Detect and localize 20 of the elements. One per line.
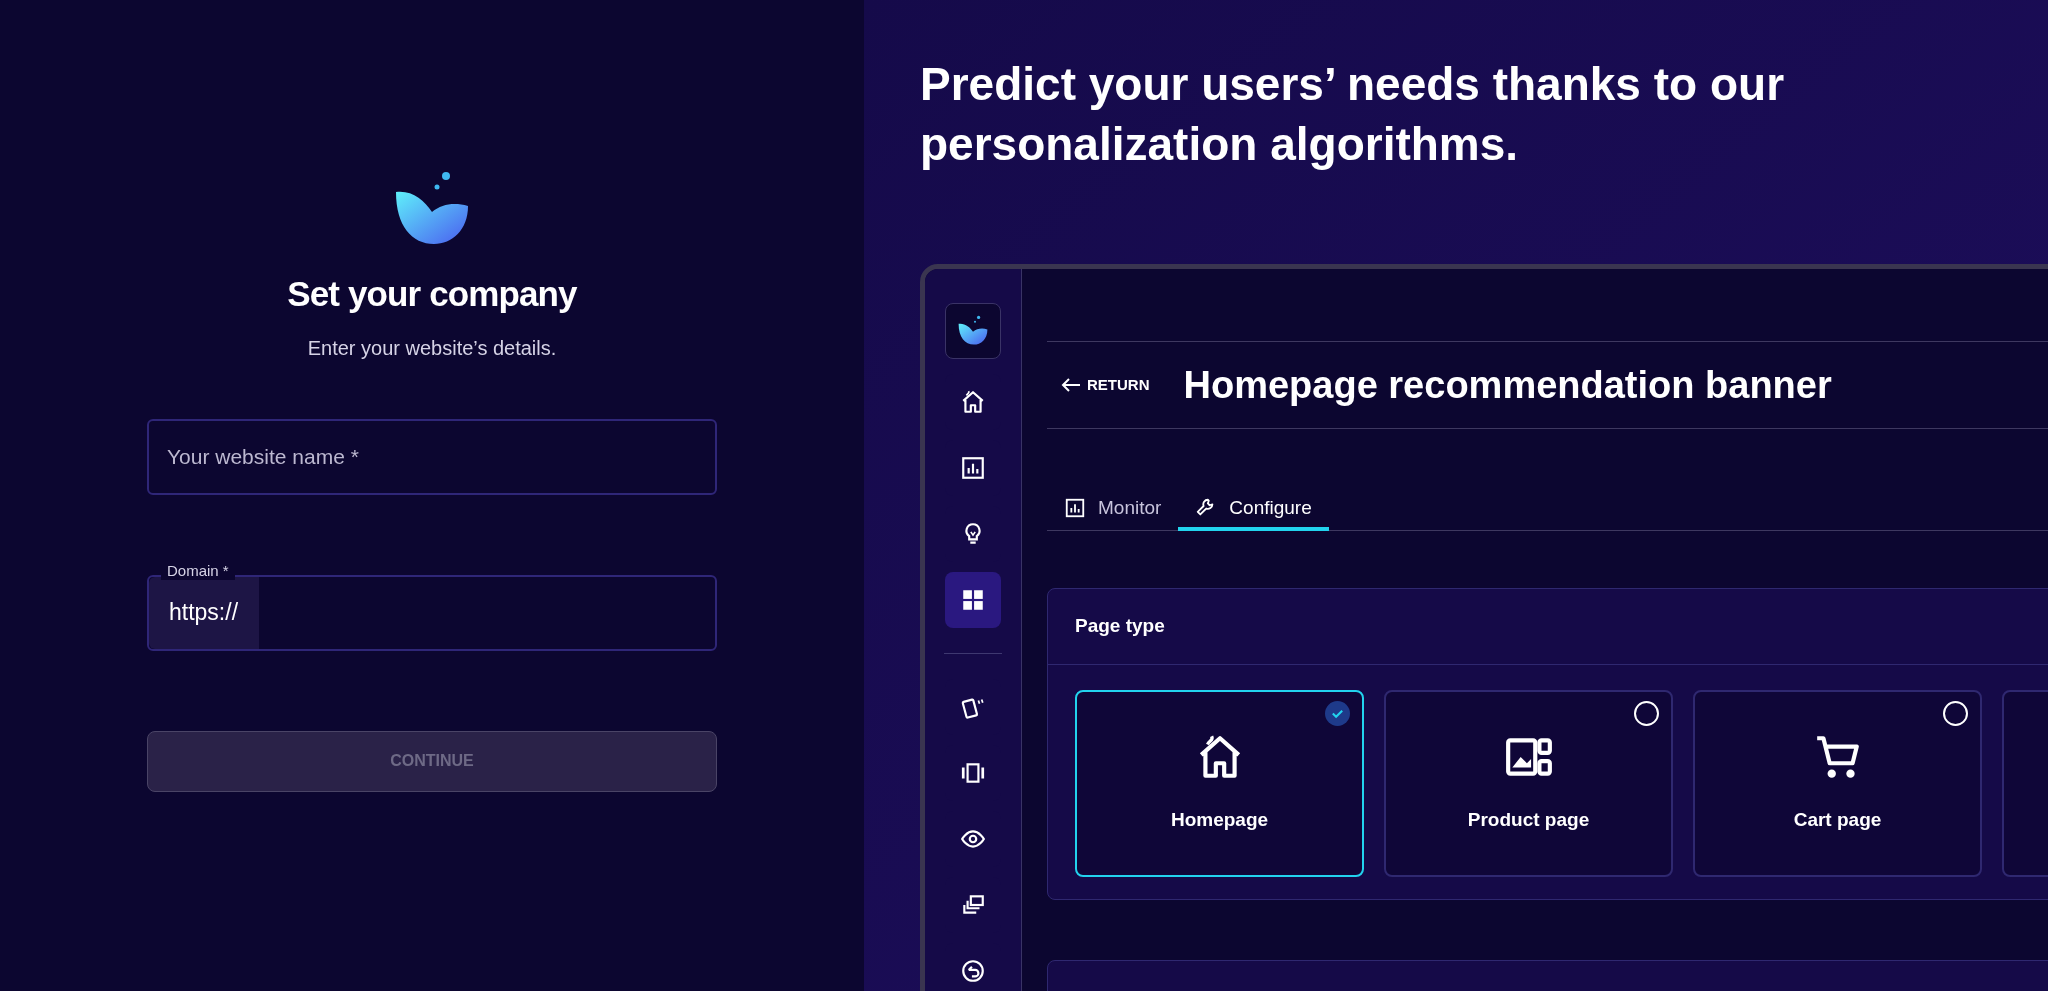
page-type-card[interactable]: Cart page bbox=[1693, 690, 1982, 877]
headline: Predict your users’ needs thanks to our personalization algorithms. bbox=[920, 57, 1786, 172]
page-type-card[interactable]: Homepage bbox=[1075, 690, 1364, 877]
subtitle: Enter your website’s details. bbox=[307, 335, 557, 361]
bar-chart-icon bbox=[1064, 497, 1086, 519]
tab[interactable]: Configure bbox=[1178, 489, 1329, 531]
page-type-card[interactable]: Product page bbox=[1384, 690, 1673, 877]
panel-title: Page type bbox=[1075, 614, 1165, 639]
return-link[interactable]: RETURN bbox=[1061, 373, 1150, 397]
app-logo-icon bbox=[945, 303, 1001, 359]
arrow-left-icon bbox=[1061, 378, 1081, 392]
url-prefix: https:// bbox=[149, 576, 259, 649]
page-heading: Homepage recommendation banner bbox=[1183, 362, 1832, 408]
input-field[interactable]: Your website name * bbox=[147, 418, 717, 495]
tab[interactable]: Monitor bbox=[1047, 489, 1179, 531]
card-label: Cart page bbox=[1793, 808, 1882, 833]
grid-icon[interactable] bbox=[945, 572, 1001, 628]
card-label: Homepage bbox=[1170, 808, 1269, 833]
card-label: Product page bbox=[1467, 808, 1590, 833]
page-title: Set your company bbox=[287, 273, 577, 315]
